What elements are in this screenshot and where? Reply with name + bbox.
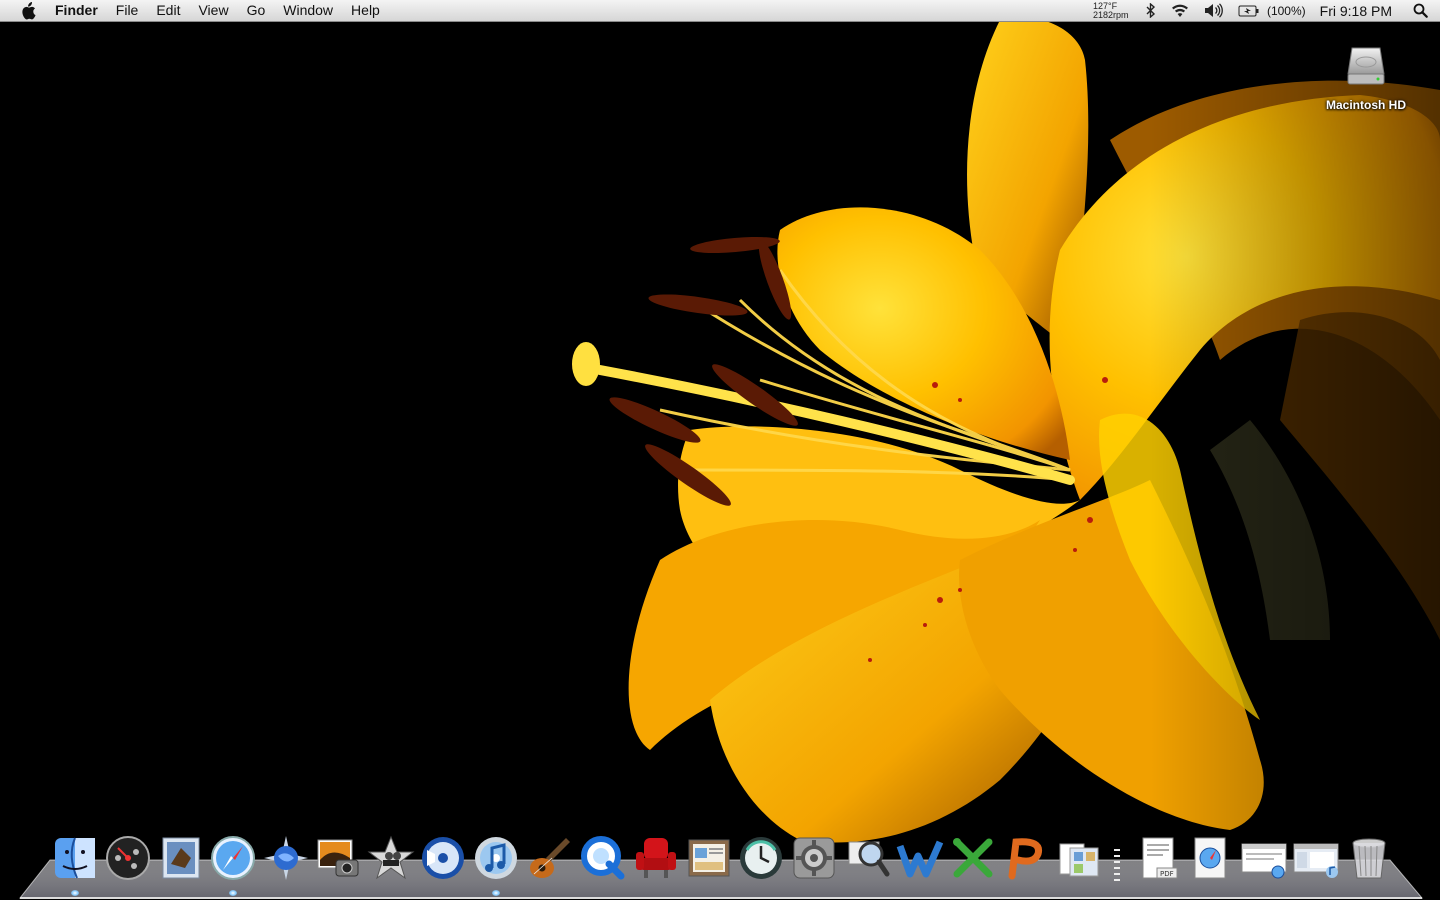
dock-dashboard-icon[interactable] (103, 832, 153, 884)
dock-separator (1114, 849, 1120, 881)
desktop-icon-macintosh-hd[interactable]: Macintosh HD (1318, 44, 1414, 112)
volume-icon[interactable] (1204, 3, 1224, 18)
battery-percentage[interactable]: (100%) (1267, 4, 1306, 18)
bluetooth-icon[interactable] (1146, 3, 1156, 18)
menu-view[interactable]: View (189, 0, 237, 21)
dock-preview-icon[interactable] (842, 832, 892, 884)
dock-quicktime-icon[interactable] (578, 832, 628, 884)
desktop-wallpaper-lily (0, 0, 1440, 900)
running-indicator (492, 890, 500, 896)
dock-powerpoint-icon[interactable] (1001, 832, 1051, 884)
menu-file[interactable]: File (107, 0, 148, 21)
menu-help[interactable]: Help (342, 0, 389, 21)
dock-mail-icon[interactable] (156, 832, 206, 884)
dock-itunes-window-icon[interactable] (1291, 832, 1341, 884)
dock-finder-icon[interactable] (50, 832, 100, 884)
menu-app-finder[interactable]: Finder (46, 0, 107, 21)
svg-text:PDF: PDF (1160, 870, 1174, 878)
dock-camino-icon[interactable] (261, 832, 311, 884)
dock-web-page-icon[interactable] (1239, 832, 1289, 884)
dock-imovie-icon[interactable] (366, 832, 416, 884)
battery-icon[interactable] (1238, 5, 1260, 17)
wifi-icon[interactable] (1170, 3, 1190, 18)
dock-idvd-icon[interactable] (418, 832, 468, 884)
dock-excel-icon[interactable] (948, 832, 998, 884)
dock-documents-stack-icon[interactable]: PDF (1134, 832, 1184, 884)
menu-clock[interactable]: Fri 9:18 PM (1320, 3, 1392, 19)
fan-speed-readout: 2182rpm (1092, 10, 1129, 20)
temperature-monitor[interactable]: 127°F 2182rpm (1093, 1, 1139, 20)
running-indicator (71, 890, 79, 896)
menu-edit[interactable]: Edit (147, 0, 189, 21)
spotlight-icon[interactable] (1410, 3, 1430, 18)
dock-iweb-icon[interactable] (684, 832, 734, 884)
dock-front-row-icon[interactable] (631, 832, 681, 884)
dock-safari-icon[interactable] (208, 832, 258, 884)
dock-itunes-icon[interactable] (471, 832, 521, 884)
running-indicator (229, 890, 237, 896)
menu-extras: 127°F 2182rpm (100%) Fri 9:18 PM (1093, 0, 1440, 21)
menu-go[interactable]: Go (238, 0, 275, 21)
menu-window[interactable]: Window (274, 0, 342, 21)
dock-time-machine-icon[interactable] (736, 832, 786, 884)
dock-system-preferences-icon[interactable] (789, 832, 839, 884)
dock-applications-stack-icon[interactable] (1055, 832, 1105, 884)
menu-bar: Finder File Edit View Go Window Help 127… (0, 0, 1440, 22)
dock-downloads-stack-icon[interactable] (1186, 832, 1236, 884)
desktop-icon-label: Macintosh HD (1325, 98, 1406, 112)
dock-word-icon[interactable] (895, 832, 945, 884)
dock-iphoto-icon[interactable] (313, 832, 363, 884)
apple-icon[interactable] (17, 0, 39, 22)
dock-trash-icon[interactable] (1344, 832, 1394, 884)
hard-drive-icon (1344, 44, 1388, 88)
dock-garageband-icon[interactable] (525, 832, 575, 884)
